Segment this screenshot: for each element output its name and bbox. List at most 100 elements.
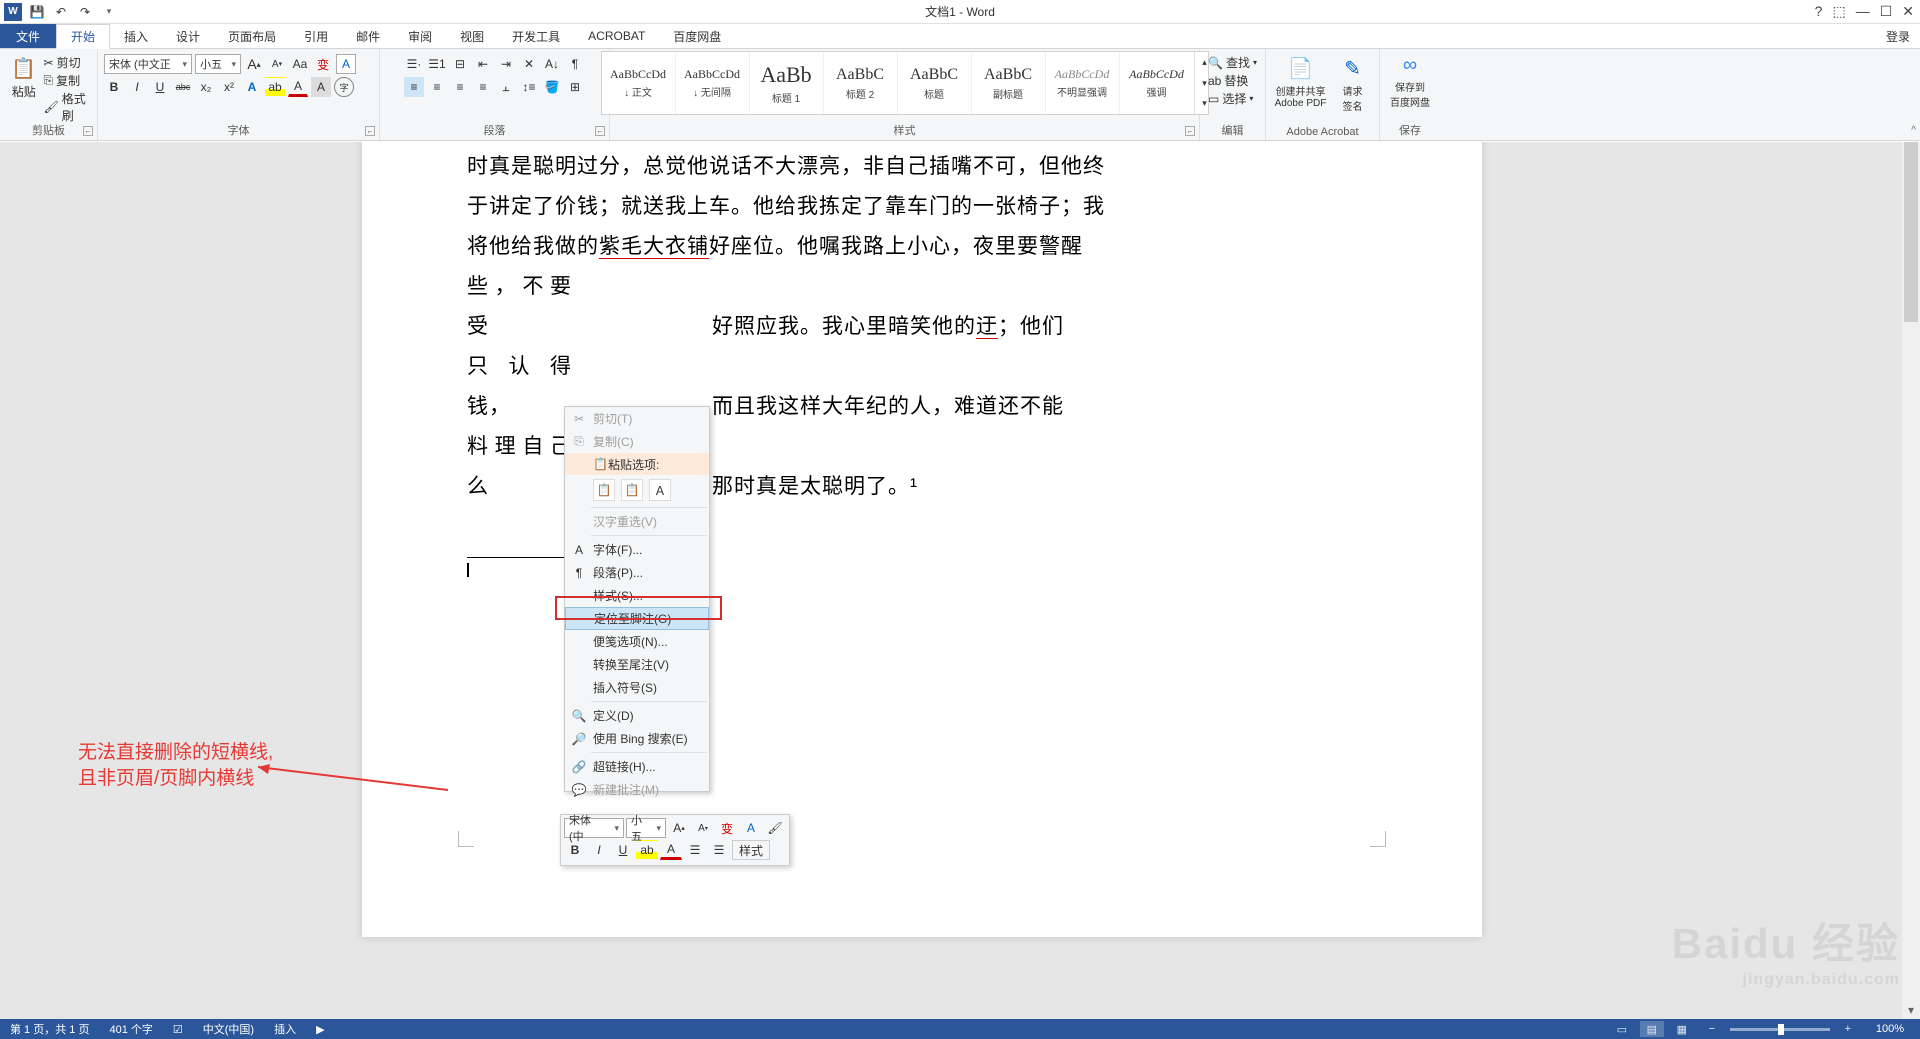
tab-acrobat[interactable]: ACROBAT [574,24,659,48]
cut-button[interactable]: ✂剪切 [44,54,91,71]
create-pdf-button[interactable]: 📄 创建并共享Adobe PDF [1273,54,1329,115]
document-page[interactable]: 时真是聪明过分，总觉他说话不大漂亮，非自己插嘴不可，但他终 于讲定了价钱；就送我… [362,142,1482,937]
mini-styles[interactable]: 样式 [732,840,770,860]
status-lang[interactable]: 中文(中国) [193,1021,264,1037]
tab-review[interactable]: 审阅 [394,24,446,48]
save-baidu-button[interactable]: ∞ 保存到百度网盘 [1384,51,1436,111]
find-button[interactable]: 🔍查找▾ [1208,54,1257,71]
font-family-combo[interactable]: 宋体 (中文正 [104,54,192,74]
enclose-button[interactable]: 字 [334,77,354,97]
view-read-icon[interactable]: ▭ [1610,1021,1634,1037]
strike-button[interactable]: abc [173,77,193,97]
mini-clear-format[interactable]: 🖌 [764,818,786,838]
mini-bullets[interactable]: ☰ [684,840,706,860]
underline-button[interactable]: U [150,77,170,97]
tab-design[interactable]: 设计 [162,24,214,48]
save-icon[interactable]: 💾 [28,3,46,21]
subscript-button[interactable]: x₂ [196,77,216,97]
vertical-scrollbar[interactable]: ▴ ▾ [1902,142,1920,1019]
minimize-icon[interactable]: — [1856,3,1870,20]
request-sign-button[interactable]: ✎ 请求签名 [1333,54,1373,115]
paste-button[interactable]: 📋 粘贴 [6,54,42,124]
line-spacing-button[interactable]: ↕≡ [519,77,539,97]
tab-insert[interactable]: 插入 [110,24,162,48]
ctx-bing-search[interactable]: 🔎使用 Bing 搜索(E) [565,727,709,750]
ribbon-options-icon[interactable]: ⬚ [1832,3,1845,20]
view-web-icon[interactable]: ▦ [1670,1021,1694,1037]
zoom-slider[interactable] [1730,1028,1830,1031]
status-insert[interactable]: 插入 [264,1021,306,1037]
char-border-button[interactable]: A [336,54,356,74]
text-effects-button[interactable]: A [242,77,262,97]
style-heading1[interactable]: AaBb标题 1 [750,52,824,114]
char-shading-button[interactable]: A [311,77,331,97]
style-heading2[interactable]: AaBbC标题 2 [824,52,898,114]
grow-font-button[interactable]: A▴ [244,54,264,74]
redo-icon[interactable]: ↷ [76,3,94,21]
tab-view[interactable]: 视图 [446,24,498,48]
style-emphasis[interactable]: AaBbCcDd强调 [1120,52,1194,114]
zoom-level[interactable]: 100% [1866,1023,1914,1035]
ctx-note-options[interactable]: 便笺选项(N)... [565,630,709,653]
style-nospacing[interactable]: AaBbCcDd↓ 无间隔 [676,52,750,114]
style-subtitle[interactable]: AaBbC副标题 [972,52,1046,114]
help-icon[interactable]: ? [1815,3,1823,20]
style-normal[interactable]: AaBbCcDd↓ 正文 [602,52,676,114]
tab-references[interactable]: 引用 [290,24,342,48]
ctx-hyperlink[interactable]: 🔗超链接(H)... [565,755,709,778]
decrease-indent-button[interactable]: ⇤ [473,54,493,74]
font-color-button[interactable]: A [288,77,308,97]
increase-indent-button[interactable]: ⇥ [496,54,516,74]
show-marks-button[interactable]: ¶ [565,54,585,74]
sort-button[interactable]: A↓ [542,54,562,74]
ctx-styles[interactable]: 样式(S)... [565,584,709,607]
styles-launcher[interactable]: ⌐ [1185,126,1195,136]
paste-keep-format[interactable]: 📋 [593,479,615,501]
maximize-icon[interactable]: ☐ [1880,3,1893,20]
text-direction-button[interactable]: ✕ [519,54,539,74]
numbering-button[interactable]: ☰1 [427,54,447,74]
font-size-combo[interactable]: 小五 [195,54,241,74]
format-painter-button[interactable]: 🖌格式刷 [44,90,91,124]
replace-button[interactable]: ab替换 [1208,72,1257,89]
italic-button[interactable]: I [127,77,147,97]
multilevel-button[interactable]: ⊟ [450,54,470,74]
style-subtle-emphasis[interactable]: AaBbCcDd不明显强调 [1046,52,1120,114]
phonetic-button[interactable]: 变 [313,54,333,74]
paste-text-only[interactable]: Ａ [649,479,671,501]
tab-layout[interactable]: 页面布局 [214,24,290,48]
tab-file[interactable]: 文件 [0,24,56,48]
clipboard-launcher[interactable]: ⌐ [83,126,93,136]
copy-button[interactable]: ⎘复制 [44,72,91,89]
undo-icon[interactable]: ↶ [52,3,70,21]
tab-home[interactable]: 开始 [56,24,110,49]
mini-font-color[interactable]: A [660,840,682,860]
bullets-button[interactable]: ☰· [404,54,424,74]
ctx-font[interactable]: A字体(F)... [565,538,709,561]
mini-shrink-font[interactable]: A▾ [692,818,714,838]
close-icon[interactable]: ✕ [1902,3,1914,20]
change-case-button[interactable]: Aa [290,54,310,74]
login-link[interactable]: 登录 [1886,24,1920,48]
distribute-button[interactable]: ⫠ [496,77,516,97]
mini-numbering[interactable]: ☰ [708,840,730,860]
superscript-button[interactable]: x² [219,77,239,97]
collapse-ribbon-icon[interactable]: ^ [1911,125,1916,136]
paste-merge-format[interactable]: 📋 [621,479,643,501]
status-macro-icon[interactable]: ▶ [306,1023,334,1036]
mini-format-painter[interactable]: A [740,818,762,838]
styles-gallery[interactable]: AaBbCcDd↓ 正文 AaBbCcDd↓ 无间隔 AaBb标题 1 AaBb… [601,51,1209,115]
ctx-insert-symbol[interactable]: 插入符号(S) [565,676,709,699]
zoom-in-icon[interactable]: + [1836,1021,1860,1037]
shading-button[interactable]: 🪣 [542,77,562,97]
align-center-button[interactable]: ≡ [427,77,447,97]
ctx-goto-footnote[interactable]: 定位至脚注(G) [565,607,709,630]
qat-customize-icon[interactable]: ▾ [100,3,118,21]
tab-mailings[interactable]: 邮件 [342,24,394,48]
paragraph-launcher[interactable]: ⌐ [595,126,605,136]
mini-size-combo[interactable]: 小五 [626,818,666,838]
bold-button[interactable]: B [104,77,124,97]
shrink-font-button[interactable]: A▾ [267,54,287,74]
mini-grow-font[interactable]: A▴ [668,818,690,838]
select-button[interactable]: ▭选择▾ [1208,90,1257,107]
